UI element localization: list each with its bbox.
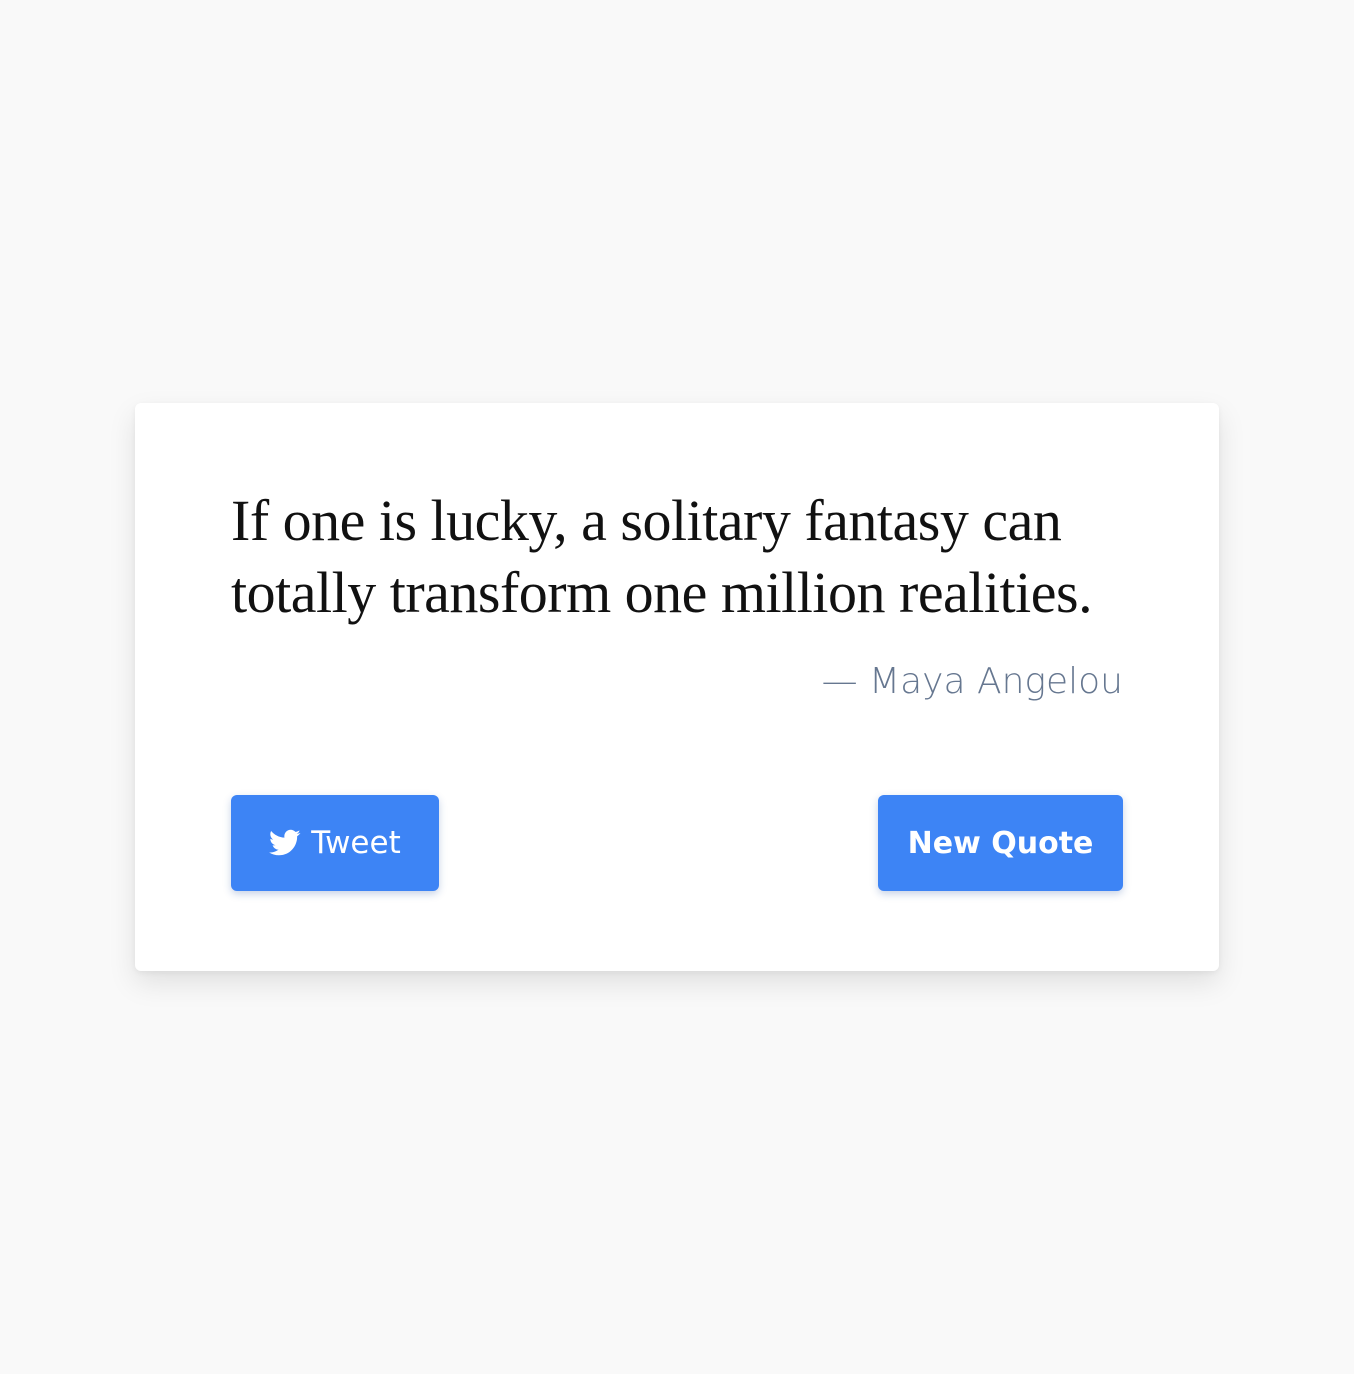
quote-author: — Maya Angelou xyxy=(821,661,1123,702)
quote-text: If one is lucky, a solitary fantasy can … xyxy=(231,488,1093,625)
quote-card: If one is lucky, a solitary fantasy can … xyxy=(135,403,1219,971)
tweet-button[interactable]: Tweet xyxy=(231,795,439,891)
tweet-button-label: Tweet xyxy=(311,825,401,861)
new-quote-button[interactable]: New Quote xyxy=(878,795,1123,891)
twitter-icon xyxy=(269,829,301,857)
new-quote-button-label: New Quote xyxy=(907,825,1094,861)
